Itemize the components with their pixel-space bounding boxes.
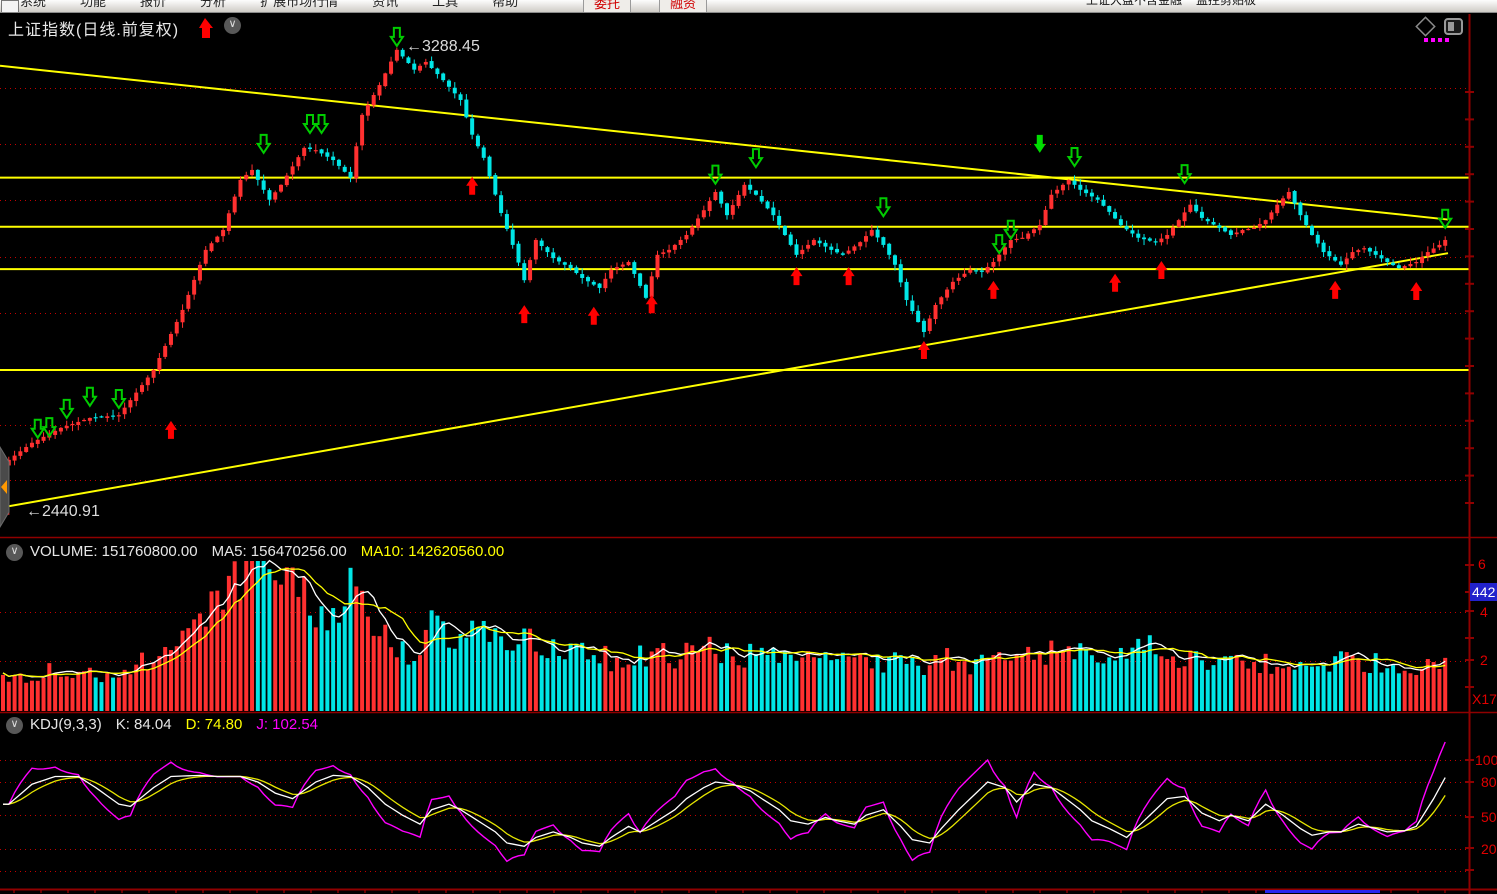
menu-item[interactable]: 报价 xyxy=(140,0,166,10)
buy-signal-arrow xyxy=(1329,281,1341,299)
more-dots-icon xyxy=(1424,38,1428,42)
menu-item[interactable]: 系统 xyxy=(20,0,46,10)
sell-signal-arrow xyxy=(304,115,316,133)
collapse-volume-pane-button[interactable]: ∨ xyxy=(6,544,23,561)
menu-status-label: 监控剪贴板 xyxy=(1196,0,1256,8)
more-dots-icon xyxy=(1431,38,1435,42)
toolbar-icons[interactable] xyxy=(1416,17,1462,42)
chart-canvas[interactable] xyxy=(0,12,1497,894)
high-price-label: ←3288.45 xyxy=(406,38,480,56)
kdj-lines xyxy=(3,742,1445,861)
buy-signal-arrow xyxy=(646,295,658,313)
symbol-title: 上证指数(日线.前复权) xyxy=(8,16,179,40)
kdj-j-value: J: 102.54 xyxy=(256,716,318,733)
menu-item[interactable]: 工具 xyxy=(432,0,458,10)
sell-signal-arrow xyxy=(316,115,328,133)
buy-signal-arrow xyxy=(588,307,600,325)
menu-item[interactable]: 分析 xyxy=(200,0,226,10)
volume-ma5: MA5: 156470256.00 xyxy=(212,543,347,560)
menu-items: 系统 功能 报价 分析 扩展市场行情 资讯 工具 帮助 xyxy=(20,0,552,11)
kdj-k-value: K: 84.04 xyxy=(116,716,172,733)
sell-signal-arrow xyxy=(84,388,96,406)
sell-signal-arrow xyxy=(1179,165,1191,183)
collapse-main-pane-button[interactable]: ∨ xyxy=(224,17,241,34)
low-price-label: ←2440.91 xyxy=(26,503,100,521)
vol-axis-tick-6: 6 xyxy=(1478,556,1486,572)
sell-signal-arrow xyxy=(391,28,403,46)
menu-status-labels: 上证大盘不含金融 监控剪贴板 xyxy=(1086,0,1270,9)
volume-ma-lines xyxy=(3,561,1445,677)
kdj-name: KDJ(9,3,3) xyxy=(30,716,102,733)
buy-signal-arrow xyxy=(518,305,530,323)
sell-signal-arrow xyxy=(877,198,889,216)
title-up-arrow-icon xyxy=(199,18,213,38)
menu-item[interactable]: 功能 xyxy=(80,0,106,10)
trend-lines xyxy=(0,66,1469,508)
sell-signal-arrow-solid xyxy=(1034,135,1046,153)
kdj-axis-tick-80: 80 xyxy=(1481,774,1497,790)
buy-signal-arrow xyxy=(1109,274,1121,292)
buy-signal-arrow xyxy=(466,177,478,195)
kdj-axis-tick-100: 100 xyxy=(1475,752,1497,768)
vol-axis-tick-4: 4 xyxy=(1480,604,1488,620)
diamond-tool-icon xyxy=(1416,17,1434,35)
kdj-d-value: D: 74.80 xyxy=(186,716,243,733)
more-dots-icon xyxy=(1438,38,1442,42)
menu-item[interactable]: 扩展市场行情 xyxy=(260,0,338,10)
app-window: 系统功能报价分析扩展市场行情资讯工具帮助 委托融资 上证大盘不含金融监控剪贴板 … xyxy=(0,0,1497,894)
buy-signal-arrow xyxy=(987,281,999,299)
sell-signal-arrow xyxy=(258,135,270,153)
menu-item[interactable]: 帮助 xyxy=(492,0,518,10)
vol-axis-multiplier: X17 xyxy=(1472,691,1497,707)
kdj-header: KDJ(9,3,3) K: 84.04 D: 74.80 J: 102.54 xyxy=(30,716,318,733)
sell-signal-arrow xyxy=(1069,148,1081,166)
menu-status-label: 上证大盘不含金融 xyxy=(1086,0,1182,8)
volume-value: VOLUME: 151760800.00 xyxy=(30,543,198,560)
buy-signal-arrow xyxy=(1410,282,1422,300)
candlesticks xyxy=(1,48,1447,515)
buy-signal-arrow xyxy=(165,421,177,439)
more-dots-icon xyxy=(1445,38,1449,42)
volume-ma10: MA10: 142620560.00 xyxy=(361,543,504,560)
buy-signal-arrow xyxy=(1155,261,1167,279)
sell-signal-arrow xyxy=(113,390,125,408)
volume-header: VOLUME: 151760800.00 MA5: 156470256.00 MA1… xyxy=(30,543,518,560)
kdj-axis-tick-50: 50 xyxy=(1481,809,1497,825)
menu-item[interactable]: 资讯 xyxy=(372,0,398,10)
volume-bars xyxy=(1,561,1447,711)
left-splitter-handle[interactable] xyxy=(0,447,9,527)
sell-signal-arrow xyxy=(61,400,73,418)
collapse-kdj-pane-button[interactable]: ∨ xyxy=(6,717,23,734)
sell-signal-arrow xyxy=(32,420,44,438)
sell-signal-arrow xyxy=(750,149,762,167)
date-range-highlight xyxy=(1265,890,1380,893)
vol-axis-tick-2: 2 xyxy=(1480,652,1488,668)
sell-signal-arrow xyxy=(709,166,721,184)
kdj-axis-tick-20: 20 xyxy=(1481,841,1497,857)
volume-current-badge: 442 xyxy=(1470,583,1497,601)
